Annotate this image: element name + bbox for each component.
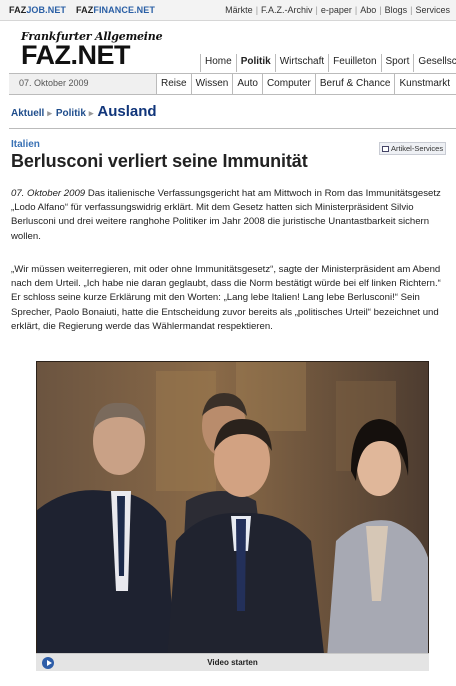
nav-sport[interactable]: Sport (382, 54, 415, 72)
faz-logo[interactable]: FAZ.NET (21, 40, 131, 71)
utility-links: Märkte | F.A.Z.-Archiv | e-paper | Abo | Blogs | S… (225, 5, 450, 15)
masthead: Frankfurter Allgemeine FAZ.NET Home Poli… (0, 21, 456, 95)
link-maerkte[interactable]: Märkte (225, 5, 253, 15)
top-utility-bar: FAZJOB.NET FAZFINANCE.NET Märkte | F.A.Z.-A… (0, 0, 456, 21)
nav-beruf-chance[interactable]: Beruf & Chance (314, 74, 395, 94)
primary-nav: Home Politik Wirtschaft Feuilleton Sport… (200, 54, 456, 72)
breadcrumb-arrow-icon: ▸ (88, 108, 94, 118)
nav-home[interactable]: Home (201, 54, 237, 72)
article-services-icon (382, 146, 389, 152)
nav-feuilleton[interactable]: Feuilleton (329, 54, 382, 72)
video-control-bar: Video starten (36, 653, 429, 671)
nav-wissen[interactable]: Wissen (190, 74, 233, 94)
faz-finance-prefix: FAZ (76, 5, 94, 15)
secondary-nav: Reise Wissen Auto Computer Beruf & Chanc… (156, 74, 454, 94)
masthead-divider (9, 94, 456, 95)
video-still-image (36, 361, 429, 671)
article-paragraph-2: „Wir müssen weiterregieren, mit oder ohn… (11, 264, 441, 332)
faz-job-prefix: FAZ (9, 5, 27, 15)
article-services-label: Artikel-Services (391, 144, 444, 153)
article-paragraph-1: 07. Oktober 2009 Das italienische Verfas… (11, 187, 449, 244)
current-date: 07. Oktober 2009 (19, 78, 89, 88)
link-epaper[interactable]: e-paper (321, 5, 352, 15)
breadcrumb: Aktuell ▸ Politik ▸ Ausland (11, 103, 157, 120)
nav-politik[interactable]: Politik (237, 54, 276, 72)
article-headline: Berlusconi verliert seine Immunität (11, 151, 308, 171)
breadcrumb-divider (9, 128, 456, 129)
faz-finance-link[interactable]: FAZFINANCE.NET (76, 5, 155, 15)
faz-job-link[interactable]: FAZJOB.NET (9, 5, 66, 15)
link-blogs[interactable]: Blogs (385, 5, 408, 15)
article-services-button[interactable]: Artikel-Services (379, 142, 447, 155)
breadcrumb-arrow-icon: ▸ (47, 108, 52, 118)
link-services[interactable]: Services (415, 5, 450, 15)
faz-job-suffix: JOB.NET (26, 5, 67, 15)
article-kicker: Italien (11, 139, 40, 150)
breadcrumb-politik[interactable]: Politik (56, 108, 86, 119)
breadcrumb-aktuell[interactable]: Aktuell (11, 108, 44, 119)
nav-reise[interactable]: Reise (156, 74, 191, 94)
nav-computer[interactable]: Computer (261, 74, 315, 94)
nav-auto[interactable]: Auto (232, 74, 262, 94)
nav-wirtschaft[interactable]: Wirtschaft (276, 54, 330, 72)
link-abo[interactable]: Abo (360, 5, 376, 15)
video-start-label[interactable]: Video starten (36, 658, 429, 667)
breadcrumb-current: Ausland (97, 103, 157, 120)
nav-kunstmarkt[interactable]: Kunstmarkt (394, 74, 454, 94)
partner-links: FAZJOB.NET FAZFINANCE.NET (9, 5, 155, 15)
video-player[interactable] (36, 361, 429, 671)
faz-finance-suffix: FINANCE.NET (93, 5, 155, 15)
link-archiv[interactable]: F.A.Z.-Archiv (261, 5, 313, 15)
nav-gesellschaft[interactable]: Gesellsc (414, 54, 456, 72)
article-dateline: 07. Oktober 2009 (11, 188, 86, 199)
